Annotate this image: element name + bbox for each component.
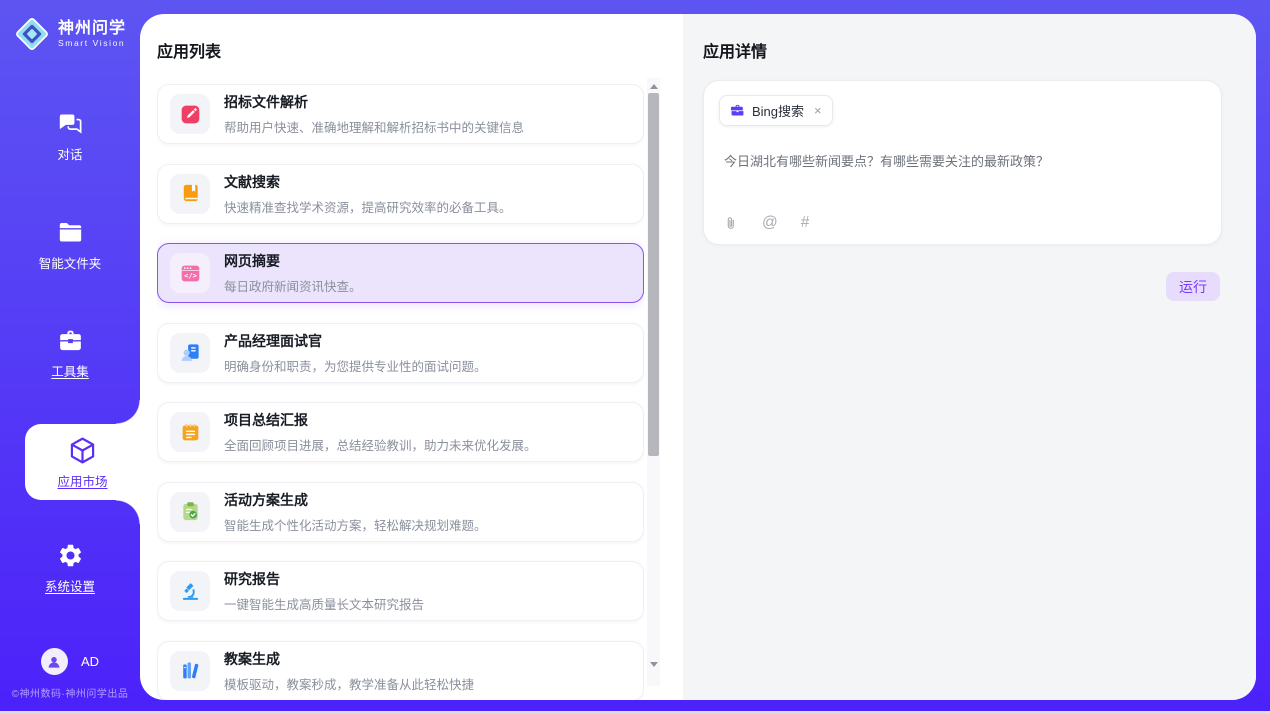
app-card-desc: 帮助用户快速、准确地理解和解析招标书中的关键信息 [224, 117, 524, 136]
prompt-text[interactable]: 今日湖北有哪些新闻要点？有哪些需要关注的最新政策？ [724, 151, 1205, 170]
detail-panel-title: 应用详情 [703, 38, 767, 62]
sidebar-nav-item[interactable]: 对话 [0, 110, 140, 163]
attachment-icon[interactable] [723, 215, 739, 231]
hash-icon[interactable]: # [801, 215, 810, 231]
book-icon [179, 182, 202, 205]
tool-chip-bing-search[interactable]: Bing搜索 × [719, 95, 833, 126]
microscope-icon [179, 580, 202, 603]
app-list-scrollbar[interactable] [647, 78, 660, 686]
sidebar-nav-label: 工具集 [51, 361, 89, 380]
sidebar-nav-label: 对话 [57, 144, 82, 163]
brand-name: 神州问学 [58, 20, 126, 38]
app-detail-panel: 应用详情 Bing搜索 × 今日湖北有哪些新闻要点？有哪些需要关注的最新政策？ … [683, 14, 1256, 700]
app-logo: 神州问学 Smart Vision [13, 15, 126, 53]
user-account[interactable]: AD [0, 648, 140, 675]
sidebar-nav-item[interactable]: 系统设置 [0, 542, 140, 595]
app-card[interactable]: 招标文件解析 帮助用户快速、准确地理解和解析招标书中的关键信息 [157, 84, 644, 144]
app-card[interactable]: 产品经理面试官 明确身份和职责，为您提供专业性的面试问题。 [157, 323, 644, 383]
app-card-desc: 明确身份和职责，为您提供专业性的面试问题。 [224, 356, 487, 375]
briefcase-icon [730, 103, 745, 118]
scroll-up-icon[interactable] [647, 80, 660, 92]
interviewer-icon [179, 341, 202, 364]
app-card[interactable]: 研究报告 一键智能生成高质量长文本研究报告 [157, 561, 644, 621]
svg-text:</>: </> [184, 271, 198, 280]
scroll-down-icon[interactable] [647, 658, 660, 670]
app-card-title: 产品经理面试官 [224, 331, 487, 351]
app-card-desc: 模板驱动，教案秒成，教学准备从此轻松快捷 [224, 674, 474, 693]
tool-chip-label: Bing搜索 [752, 101, 804, 120]
chat-icon [57, 110, 84, 137]
app-card-desc: 一键智能生成高质量长文本研究报告 [224, 594, 424, 613]
composer-toolbar: @ # [723, 215, 809, 231]
cube-icon [67, 435, 98, 466]
app-card-desc: 快速精准查找学术资源，提高研究效率的必备工具。 [224, 197, 512, 216]
app-card-desc: 全面回顾项目进展，总结经验教训，助力未来优化发展。 [224, 435, 537, 454]
memo-icon [179, 421, 202, 444]
mention-icon[interactable]: @ [762, 215, 778, 231]
toolbox-icon [57, 327, 84, 354]
run-button[interactable]: 运行 [1166, 272, 1220, 301]
clipboard-check-icon [179, 500, 202, 523]
person-icon [46, 654, 62, 670]
app-card-title: 招标文件解析 [224, 92, 524, 112]
main-content: 应用详情 Bing搜索 × 今日湖北有哪些新闻要点？有哪些需要关注的最新政策？ … [140, 14, 1256, 700]
gear-icon [57, 542, 84, 569]
app-card-title: 研究报告 [224, 569, 424, 589]
app-card-title: 项目总结汇报 [224, 410, 537, 430]
app-card-title: 教案生成 [224, 649, 474, 669]
sidebar: 神州问学 Smart Vision 对话 智能文件夹 工具集 应用市场 系统设置 [0, 0, 140, 711]
brand-tagline: Smart Vision [58, 38, 126, 48]
app-card[interactable]: 文献搜索 快速精准查找学术资源，提高研究效率的必备工具。 [157, 164, 644, 224]
sidebar-nav-item[interactable]: 工具集 [0, 327, 140, 380]
app-card[interactable]: </> 网页摘要 每日政府新闻资讯快查。 [157, 243, 644, 303]
app-card[interactable]: 项目总结汇报 全面回顾项目进展，总结经验教训，助力未来优化发展。 [157, 402, 644, 462]
app-card-desc: 每日政府新闻资讯快查。 [224, 276, 362, 295]
app-card[interactable]: 教案生成 模板驱动，教案秒成，教学准备从此轻松快捷 [157, 641, 644, 701]
pen-edit-icon [179, 103, 202, 126]
scrollbar-thumb[interactable] [648, 93, 659, 456]
copyright-footer: ©神州数码·神州问学出品 [0, 685, 140, 700]
user-initials: AD [81, 654, 99, 669]
sidebar-nav-label: 系统设置 [45, 576, 95, 595]
app-card-title: 文献搜索 [224, 172, 512, 192]
app-list: 招标文件解析 帮助用户快速、准确地理解和解析招标书中的关键信息 文献搜索 快速精… [157, 84, 644, 700]
sidebar-nav-label: 应用市场 [57, 471, 107, 490]
avatar [41, 648, 68, 675]
folder-icon [57, 219, 84, 246]
sidebar-nav-item[interactable]: 智能文件夹 [0, 219, 140, 272]
books-icon [179, 659, 202, 682]
app-card-title: 网页摘要 [224, 251, 362, 271]
sidebar-nav-item[interactable]: 应用市场 [25, 424, 140, 500]
app-card-desc: 智能生成个性化活动方案，轻松解决规划难题。 [224, 515, 487, 534]
close-icon[interactable]: × [814, 104, 822, 117]
gem-icon [13, 15, 51, 53]
app-card[interactable]: 活动方案生成 智能生成个性化活动方案，轻松解决规划难题。 [157, 482, 644, 542]
app-list-title: 应用列表 [157, 38, 221, 62]
app-card-title: 活动方案生成 [224, 490, 487, 510]
sidebar-nav-label: 智能文件夹 [39, 253, 102, 272]
browser-code-icon: </> [179, 262, 202, 285]
prompt-card: Bing搜索 × 今日湖北有哪些新闻要点？有哪些需要关注的最新政策？ @ # [703, 80, 1222, 245]
